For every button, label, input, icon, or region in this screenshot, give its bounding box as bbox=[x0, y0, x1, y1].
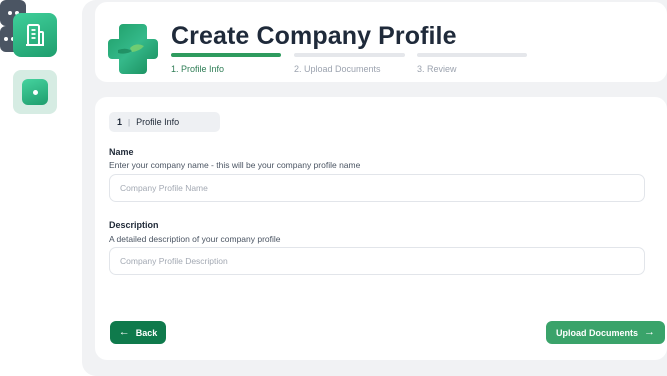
step-progress-bar-1 bbox=[171, 53, 281, 57]
medical-cross-icon bbox=[108, 24, 158, 74]
description-label: Description bbox=[109, 220, 159, 230]
name-label: Name bbox=[109, 147, 134, 157]
sidebar-item-profile[interactable] bbox=[13, 70, 57, 114]
sidebar-item-profile-tile bbox=[22, 79, 48, 105]
two-dots-icon bbox=[7, 11, 12, 15]
company-description-input[interactable] bbox=[109, 247, 645, 275]
section-label: Profile Info bbox=[136, 117, 180, 127]
three-dots-icon bbox=[4, 37, 8, 41]
building-icon bbox=[26, 24, 44, 46]
upload-documents-button-label: Upload Documents bbox=[555, 327, 638, 338]
step-progress-bar-2 bbox=[294, 53, 405, 57]
step-label-review: 3. Review bbox=[417, 64, 457, 74]
section-number: 1 bbox=[117, 117, 123, 127]
arrow-right-icon: → bbox=[644, 326, 655, 338]
back-button[interactable]: ← Back bbox=[110, 321, 166, 344]
sidebar bbox=[0, 0, 70, 376]
arrow-left-icon: ← bbox=[118, 326, 130, 338]
section-separator: | bbox=[128, 117, 131, 127]
dot-icon bbox=[32, 89, 38, 95]
section-badge: 1 | Profile Info bbox=[109, 112, 220, 132]
upload-documents-button[interactable]: Upload Documents → bbox=[546, 321, 665, 344]
description-help-text: A detailed description of your company p… bbox=[109, 234, 281, 244]
back-button-label: Back bbox=[135, 327, 158, 338]
name-help-text: Enter your company name - this will be y… bbox=[109, 160, 361, 170]
step-progress-bar-3 bbox=[417, 53, 527, 57]
page-title: Create Company Profile bbox=[171, 22, 457, 50]
sidebar-logo[interactable] bbox=[13, 13, 57, 57]
company-name-input[interactable] bbox=[109, 174, 645, 202]
step-label-profile-info: 1. Profile Info bbox=[171, 64, 225, 74]
step-label-upload-documents: 2. Upload Documents bbox=[294, 64, 381, 74]
